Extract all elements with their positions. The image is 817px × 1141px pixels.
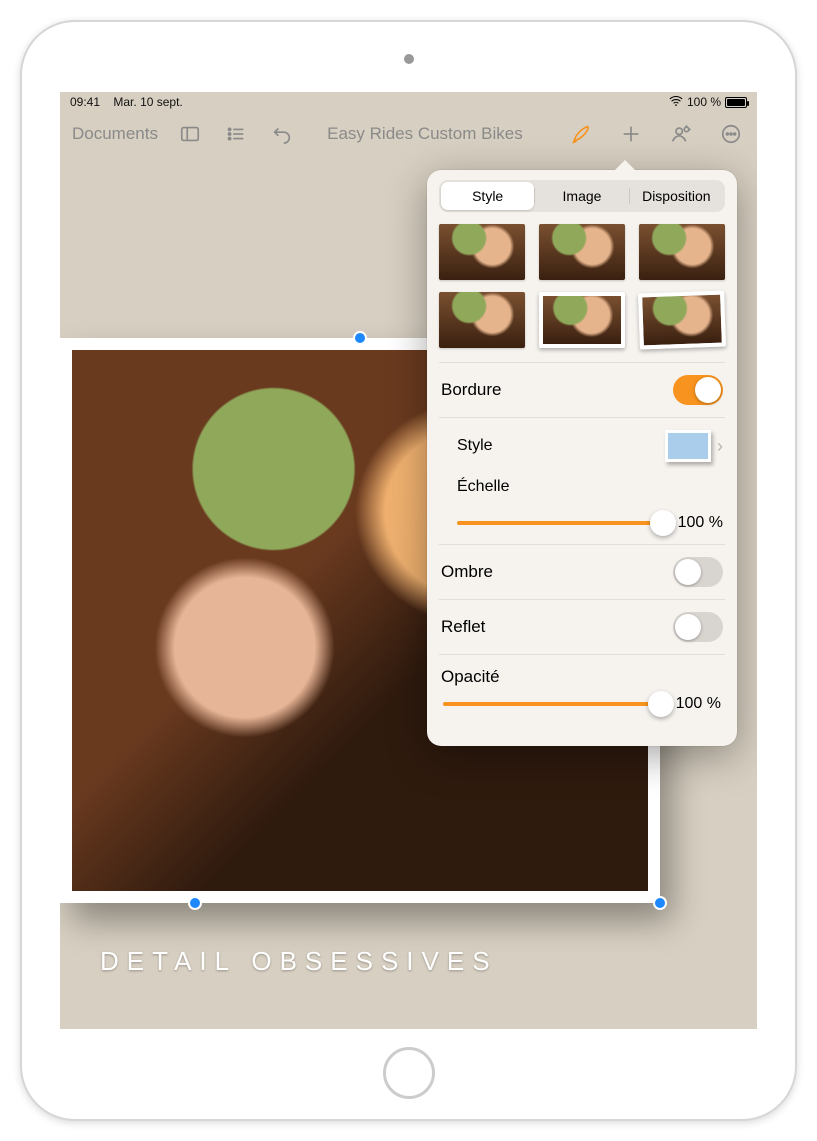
ipad-frame: 09:41 Mar. 10 sept. 100 % Documents bbox=[20, 20, 797, 1121]
chevron-right-icon: › bbox=[717, 436, 723, 457]
style-preset[interactable] bbox=[539, 224, 625, 280]
undo-icon[interactable] bbox=[268, 120, 296, 148]
border-scale-value: 100 % bbox=[673, 514, 723, 532]
style-preset[interactable] bbox=[638, 291, 726, 350]
border-scale-label: Échelle bbox=[457, 478, 509, 496]
resize-handle-bottom-left[interactable] bbox=[190, 898, 200, 908]
documents-back-button[interactable]: Documents bbox=[72, 124, 158, 144]
status-time: 09:41 bbox=[70, 95, 100, 109]
status-right: 100 % bbox=[669, 94, 747, 111]
opacity-slider[interactable] bbox=[443, 702, 661, 706]
caption-text[interactable]: DETAIL OBSESSIVES bbox=[100, 946, 498, 977]
border-label: Bordure bbox=[441, 380, 501, 400]
status-bar: 09:41 Mar. 10 sept. 100 % bbox=[60, 92, 757, 112]
more-icon[interactable] bbox=[717, 120, 745, 148]
document-title: Easy Rides Custom Bikes bbox=[327, 124, 523, 144]
border-row: Bordure bbox=[439, 362, 725, 417]
shadow-label: Ombre bbox=[441, 562, 493, 582]
style-preset[interactable] bbox=[439, 224, 525, 280]
border-toggle[interactable] bbox=[673, 375, 723, 405]
border-style-swatch bbox=[665, 430, 711, 462]
list-icon[interactable] bbox=[222, 120, 250, 148]
format-tabs: Style Image Disposition bbox=[439, 180, 725, 212]
border-scale-row: Échelle bbox=[439, 474, 725, 508]
border-style-row[interactable]: Style › bbox=[439, 417, 725, 474]
border-scale-slider-row: 100 % bbox=[439, 508, 725, 544]
border-style-label: Style bbox=[457, 437, 493, 455]
shadow-row: Ombre bbox=[439, 544, 725, 599]
opacity-section: Opacité 100 % bbox=[439, 654, 725, 725]
sidebar-toggle-icon[interactable] bbox=[176, 120, 204, 148]
battery-icon bbox=[725, 97, 747, 108]
battery-percent: 100 % bbox=[687, 95, 721, 109]
border-scale-slider[interactable] bbox=[457, 521, 663, 525]
tab-image[interactable]: Image bbox=[535, 182, 628, 210]
style-presets-grid bbox=[439, 224, 725, 348]
wifi-icon bbox=[669, 94, 683, 111]
style-preset[interactable] bbox=[439, 292, 525, 348]
resize-handle-top[interactable] bbox=[355, 333, 365, 343]
style-preset[interactable] bbox=[639, 224, 725, 280]
front-camera bbox=[404, 54, 414, 64]
tab-disposition[interactable]: Disposition bbox=[630, 182, 723, 210]
reflect-row: Reflet bbox=[439, 599, 725, 654]
format-popover: Style Image Disposition Bordure Style bbox=[427, 170, 737, 746]
app-toolbar: Documents Easy Rides Custom Bikes bbox=[60, 112, 757, 156]
format-brush-icon[interactable] bbox=[567, 120, 595, 148]
screen: 09:41 Mar. 10 sept. 100 % Documents bbox=[60, 92, 757, 1029]
insert-plus-icon[interactable] bbox=[617, 120, 645, 148]
reflect-toggle[interactable] bbox=[673, 612, 723, 642]
opacity-label: Opacité bbox=[441, 667, 500, 686]
status-left: 09:41 Mar. 10 sept. bbox=[70, 95, 183, 109]
home-button[interactable] bbox=[383, 1047, 435, 1099]
shadow-toggle[interactable] bbox=[673, 557, 723, 587]
status-date: Mar. 10 sept. bbox=[113, 95, 182, 109]
collaborate-icon[interactable] bbox=[667, 120, 695, 148]
resize-handle-bottom-right[interactable] bbox=[655, 898, 665, 908]
tab-style[interactable]: Style bbox=[441, 182, 534, 210]
reflect-label: Reflet bbox=[441, 617, 485, 637]
opacity-value: 100 % bbox=[671, 695, 721, 713]
style-preset[interactable] bbox=[539, 292, 625, 348]
